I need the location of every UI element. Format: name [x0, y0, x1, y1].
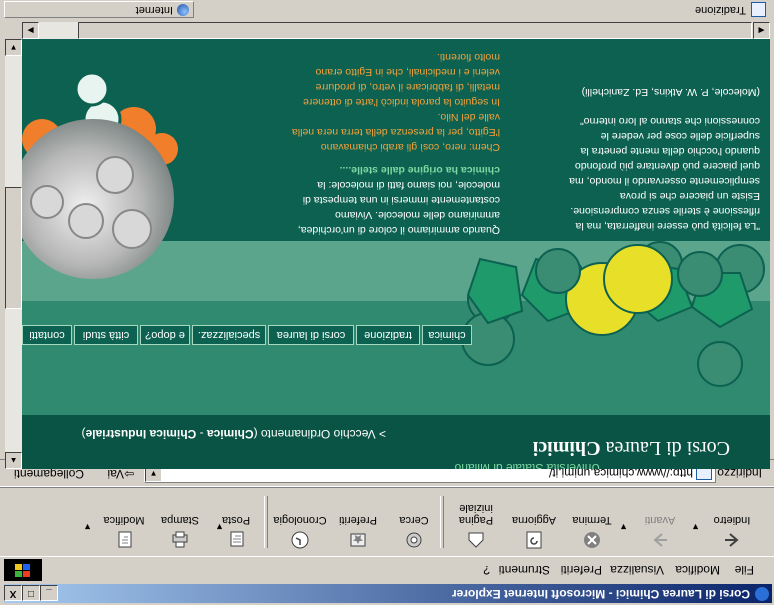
- maximize-button[interactable]: □: [22, 585, 40, 601]
- mail-dropdown-icon[interactable]: ▼: [215, 522, 224, 532]
- menu-strumenti[interactable]: Strumenti: [499, 563, 550, 577]
- history-icon: [291, 531, 309, 549]
- menu-preferiti[interactable]: Preferiti: [561, 563, 602, 577]
- mail-icon: [230, 531, 244, 547]
- menu-modifica[interactable]: Modifica: [675, 563, 720, 577]
- favorites-icon: [350, 533, 366, 547]
- zone-label: Internet: [135, 4, 173, 16]
- go-button[interactable]: ⇨Vai: [107, 467, 134, 481]
- scroll-up-icon[interactable]: ▲: [5, 452, 22, 469]
- minimize-button[interactable]: _: [40, 585, 58, 601]
- home-icon: [468, 532, 484, 548]
- title-bar: Corsi di Laurea Chimici - Microsoft Inte…: [4, 584, 772, 603]
- nav-chimica[interactable]: chimica: [422, 325, 472, 345]
- security-zone: Internet: [4, 1, 194, 18]
- chimica-link[interactable]: Chimica: [207, 427, 254, 441]
- menu-bar: File Modifica Visualizza Preferiti Strum…: [0, 559, 774, 581]
- edit-dropdown-icon[interactable]: ▼: [83, 522, 92, 532]
- status-text: Tradizione: [695, 4, 746, 16]
- history-button[interactable]: Cronologia: [270, 492, 330, 550]
- print-icon: [172, 531, 188, 548]
- nav-citta-studi[interactable]: città studi: [74, 325, 138, 345]
- print-button[interactable]: Stampa: [150, 492, 210, 550]
- page-status-icon: [751, 2, 766, 17]
- forward-arrow-icon: [653, 533, 667, 547]
- home-button[interactable]: Pagina iniziale: [446, 492, 506, 550]
- back-button[interactable]: Indietro: [702, 492, 762, 550]
- hscroll-thumb[interactable]: [78, 22, 752, 39]
- molecule-illustration: [461, 241, 765, 387]
- menu-visualizza[interactable]: Visualizza: [610, 563, 664, 577]
- university-name: Università Statale di Milano: [454, 461, 600, 469]
- status-bar: Tradizione Internet: [0, 0, 774, 20]
- toolbar: Indietro ▼ Avanti ▼ Termina Aggiorna Pag…: [0, 487, 774, 557]
- close-button[interactable]: X: [4, 585, 22, 601]
- mail-button[interactable]: Posta: [206, 492, 266, 550]
- scroll-thumb[interactable]: [5, 187, 22, 309]
- quote-source: (Molecole, P. W. Atkins, Ed. Zanichelli): [581, 86, 760, 98]
- ie-logo-icon: [755, 587, 769, 601]
- vertical-scrollbar[interactable]: ▲ ▼: [5, 39, 22, 469]
- face-photo-element: [68, 203, 104, 239]
- menu-help[interactable]: ?: [483, 563, 490, 577]
- scroll-down-icon[interactable]: ▼: [5, 39, 22, 56]
- page-content: Corsi di Laurea Chimici Università Stata…: [22, 39, 770, 469]
- chimica-industriale-link[interactable]: Chimica Industriale: [86, 427, 197, 441]
- browser-window: Corsi di Laurea Chimici - Microsoft Inte…: [0, 0, 774, 605]
- favorites-button[interactable]: Preferiti: [328, 492, 388, 550]
- search-icon: [406, 532, 422, 548]
- old-order-link[interactable]: > Vecchio Ordinamento (Chimica - Chimica…: [82, 427, 386, 441]
- links-button[interactable]: Collegamenti: [14, 467, 84, 481]
- window-title: Corsi di Laurea Chimici - Microsoft Inte…: [451, 587, 750, 601]
- scroll-right-icon[interactable]: ▶: [22, 22, 39, 39]
- search-button[interactable]: Cerca: [384, 492, 444, 550]
- edit-icon: [118, 531, 132, 548]
- nav-e-dopo[interactable]: e dopo?: [140, 325, 190, 345]
- nav-tradizione[interactable]: tradizione: [356, 325, 420, 345]
- stop-button[interactable]: Termina: [562, 492, 622, 550]
- face-photo-element: [112, 209, 152, 249]
- horizontal-scrollbar[interactable]: ◀ ▶: [22, 22, 770, 39]
- nav-contatti[interactable]: contatti: [22, 325, 72, 345]
- globe-icon: [177, 4, 189, 16]
- back-arrow-icon: [725, 533, 739, 547]
- scroll-left-icon[interactable]: ◀: [753, 22, 770, 39]
- atkins-quote: "La felicità può essere inafferrata, ma …: [520, 84, 760, 233]
- stop-icon: [584, 532, 600, 548]
- page-title: Corsi di Laurea Chimici: [532, 437, 730, 459]
- face-photo-element: [96, 156, 134, 194]
- refresh-icon: [526, 531, 542, 549]
- windows-logo-icon: [4, 559, 42, 581]
- nav-specializzazioni[interactable]: specializzaz.: [192, 325, 266, 345]
- nav-corsi-di-laurea[interactable]: corsi di laurea: [268, 325, 354, 345]
- face-photo-element: [30, 185, 64, 219]
- edit-button[interactable]: Modifica: [94, 492, 154, 550]
- forward-button[interactable]: Avanti: [630, 492, 690, 550]
- go-arrow-icon: ⇨: [123, 467, 134, 481]
- chemistry-intro: Quando ammiriamo il colore di un'orchide…: [291, 51, 500, 236]
- back-dropdown-icon[interactable]: ▼: [691, 522, 700, 532]
- menu-file[interactable]: File: [735, 563, 754, 577]
- refresh-button[interactable]: Aggiorna: [504, 492, 564, 550]
